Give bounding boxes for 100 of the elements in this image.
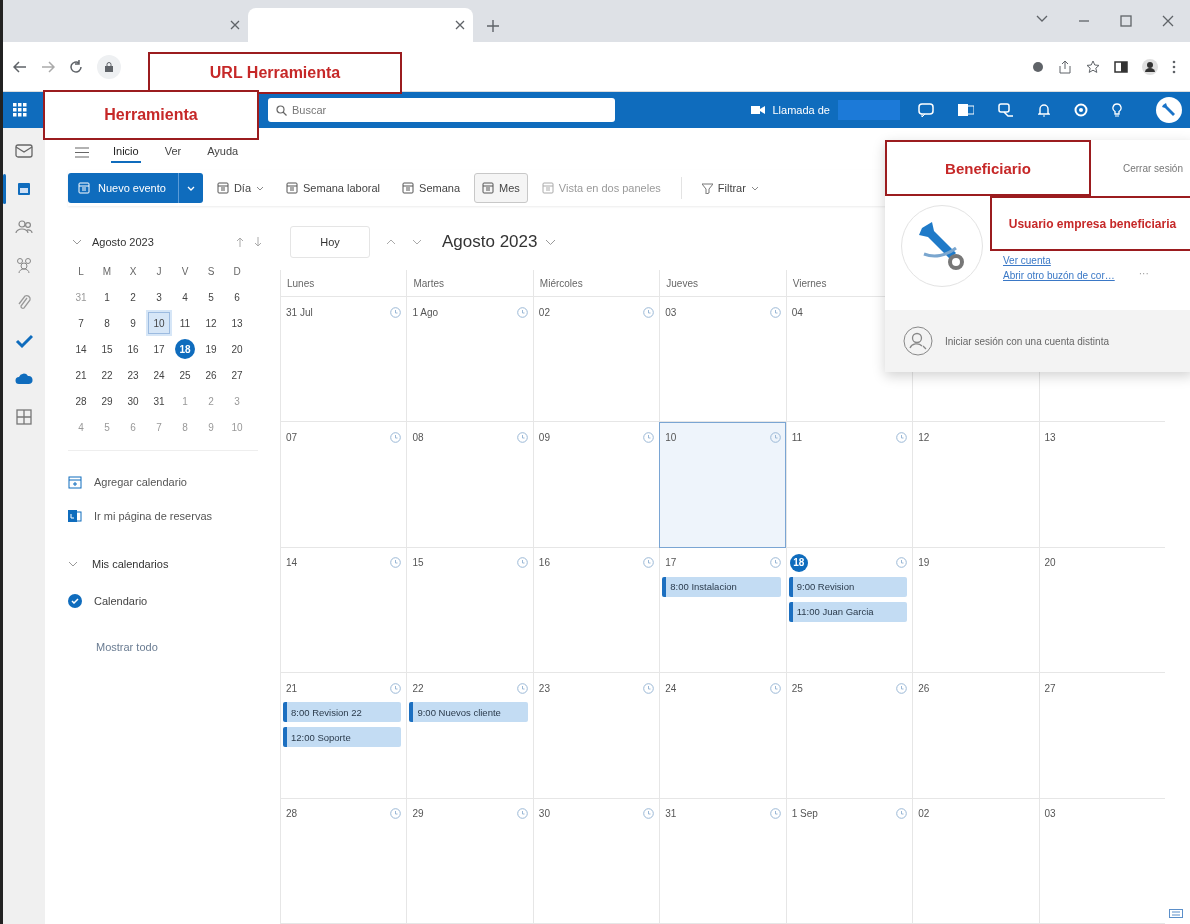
lock-icon[interactable] bbox=[97, 54, 121, 79]
day-cell[interactable]: 08 bbox=[406, 422, 533, 548]
date-cell[interactable]: 1 bbox=[94, 284, 120, 310]
date-cell[interactable]: 22 bbox=[94, 362, 120, 388]
section-title[interactable]: Mis calendarios bbox=[92, 558, 169, 570]
profile-icon[interactable] bbox=[1142, 58, 1158, 75]
share-icon[interactable] bbox=[1058, 59, 1072, 74]
date-cell[interactable]: 18 bbox=[175, 339, 195, 359]
day-cell[interactable]: 27 bbox=[1038, 673, 1165, 799]
day-cell[interactable]: 03 bbox=[659, 297, 786, 423]
date-cell[interactable]: 4 bbox=[172, 284, 198, 310]
ribbon-tab[interactable]: Inicio bbox=[111, 141, 141, 163]
day-cell[interactable]: 16 bbox=[532, 547, 660, 674]
date-cell[interactable]: 15 bbox=[94, 336, 120, 362]
date-cell[interactable]: 28 bbox=[68, 388, 94, 414]
date-cell[interactable]: 26 bbox=[198, 362, 224, 388]
view-button[interactable]: Semana bbox=[394, 173, 469, 203]
date-cell[interactable]: 5 bbox=[198, 284, 224, 310]
grid-icon[interactable] bbox=[15, 408, 33, 426]
day-cell[interactable]: 15 bbox=[406, 547, 533, 674]
day-cell[interactable]: 11 bbox=[785, 422, 913, 548]
video-camera-icon[interactable] bbox=[750, 105, 765, 115]
bell-icon[interactable] bbox=[1038, 103, 1050, 117]
people-icon[interactable] bbox=[15, 218, 33, 236]
settings-icon[interactable] bbox=[1074, 103, 1088, 117]
document-icon[interactable] bbox=[958, 103, 974, 117]
day-cell[interactable]: 10 bbox=[659, 422, 786, 548]
date-cell[interactable]: 12 bbox=[198, 310, 224, 336]
day-cell[interactable]: 13 bbox=[1038, 422, 1165, 548]
date-cell[interactable]: 19 bbox=[198, 336, 224, 362]
date-cell[interactable]: 27 bbox=[224, 362, 250, 388]
day-cell[interactable]: 25 bbox=[785, 673, 913, 799]
date-cell[interactable]: 23 bbox=[120, 362, 146, 388]
date-cell[interactable]: 29 bbox=[94, 388, 120, 414]
new-event-button[interactable]: Nuevo evento bbox=[68, 173, 203, 203]
plus-icon[interactable] bbox=[487, 20, 499, 32]
date-cell[interactable]: 31 bbox=[146, 388, 172, 414]
checkmark-icon[interactable] bbox=[15, 332, 33, 350]
reload-icon[interactable] bbox=[69, 59, 83, 74]
date-cell[interactable]: 16 bbox=[120, 336, 146, 362]
date-cell[interactable]: 9 bbox=[120, 310, 146, 336]
extension-icon[interactable] bbox=[1032, 60, 1044, 73]
day-cell[interactable]: 29 bbox=[406, 798, 533, 924]
date-cell[interactable]: 10 bbox=[146, 310, 172, 336]
day-cell[interactable]: 12 bbox=[912, 422, 1039, 548]
day-cell[interactable]: 30 bbox=[532, 798, 660, 924]
mail-icon[interactable] bbox=[15, 142, 33, 160]
day-cell[interactable]: 23 bbox=[532, 673, 660, 799]
wrench-avatar-icon[interactable] bbox=[1156, 97, 1182, 123]
date-cell[interactable]: 7 bbox=[68, 310, 94, 336]
date-cell[interactable]: 14 bbox=[68, 336, 94, 362]
arrow-up-icon[interactable] bbox=[236, 237, 244, 247]
app-launcher-icon[interactable] bbox=[13, 103, 27, 117]
show-all-link[interactable]: Mostrar todo bbox=[96, 641, 158, 653]
day-cell[interactable]: 31 bbox=[659, 798, 786, 924]
view-button[interactable]: Día bbox=[208, 173, 272, 203]
date-cell[interactable]: 11 bbox=[172, 310, 198, 336]
maximize-icon[interactable] bbox=[1120, 15, 1132, 27]
ribbon-tab[interactable]: Ayuda bbox=[205, 141, 241, 163]
keyboard-icon[interactable] bbox=[1169, 909, 1183, 918]
day-cell[interactable]: 24 bbox=[659, 673, 786, 799]
day-cell[interactable]: 14 bbox=[280, 547, 407, 674]
chevron-icon[interactable] bbox=[68, 561, 78, 567]
back-icon[interactable] bbox=[13, 60, 27, 73]
other-account-link[interactable]: Iniciar sesión con una cuenta distinta bbox=[945, 335, 1109, 347]
date-cell[interactable]: 2 bbox=[120, 284, 146, 310]
menu-icon[interactable] bbox=[75, 146, 89, 158]
lightbulb-icon[interactable] bbox=[1112, 103, 1122, 117]
chat-icon[interactable] bbox=[918, 103, 934, 117]
ribbon-tab[interactable]: Ver bbox=[162, 141, 184, 163]
call-label[interactable]: Llamada de bbox=[772, 104, 830, 116]
sign-out-link[interactable]: Cerrar sesión bbox=[1122, 162, 1190, 174]
sidebar-link[interactable]: Agregar calendario bbox=[94, 476, 187, 488]
day-cell[interactable]: 02 bbox=[532, 297, 660, 423]
calendar-event[interactable]: 8:00 Instalacion bbox=[662, 576, 781, 597]
account-link[interactable]: Ver cuenta bbox=[1003, 255, 1190, 266]
menu-icon[interactable] bbox=[1172, 59, 1176, 74]
calendar-icon[interactable] bbox=[15, 180, 33, 198]
search-field[interactable]: Buscar bbox=[268, 98, 615, 122]
close-icon[interactable] bbox=[1162, 15, 1174, 27]
chevron-down-icon[interactable] bbox=[1036, 15, 1048, 23]
date-cell[interactable]: 20 bbox=[224, 336, 250, 362]
date-cell[interactable]: 30 bbox=[120, 388, 146, 414]
day-cell[interactable]: 07 bbox=[280, 422, 407, 548]
close-icon[interactable] bbox=[230, 20, 240, 30]
date-cell[interactable]: 3 bbox=[146, 284, 172, 310]
day-cell[interactable]: 03 bbox=[1038, 798, 1165, 924]
group-icon[interactable] bbox=[15, 256, 33, 274]
account-link[interactable]: Abrir otro buzón de cor… bbox=[1003, 270, 1115, 281]
date-cell[interactable]: 17 bbox=[146, 336, 172, 362]
date-cell[interactable]: 13 bbox=[224, 310, 250, 336]
day-cell[interactable]: 26 bbox=[912, 673, 1039, 799]
date-cell[interactable]: 24 bbox=[146, 362, 172, 388]
date-cell[interactable]: 25 bbox=[172, 362, 198, 388]
calendar-name[interactable]: Calendario bbox=[94, 595, 148, 607]
day-cell[interactable]: 09 bbox=[532, 422, 660, 548]
chevron-down-icon[interactable] bbox=[545, 238, 557, 246]
chevron-down-icon[interactable] bbox=[72, 239, 82, 245]
arrow-down-icon[interactable] bbox=[254, 237, 262, 247]
today-button[interactable]: Hoy bbox=[290, 226, 370, 258]
